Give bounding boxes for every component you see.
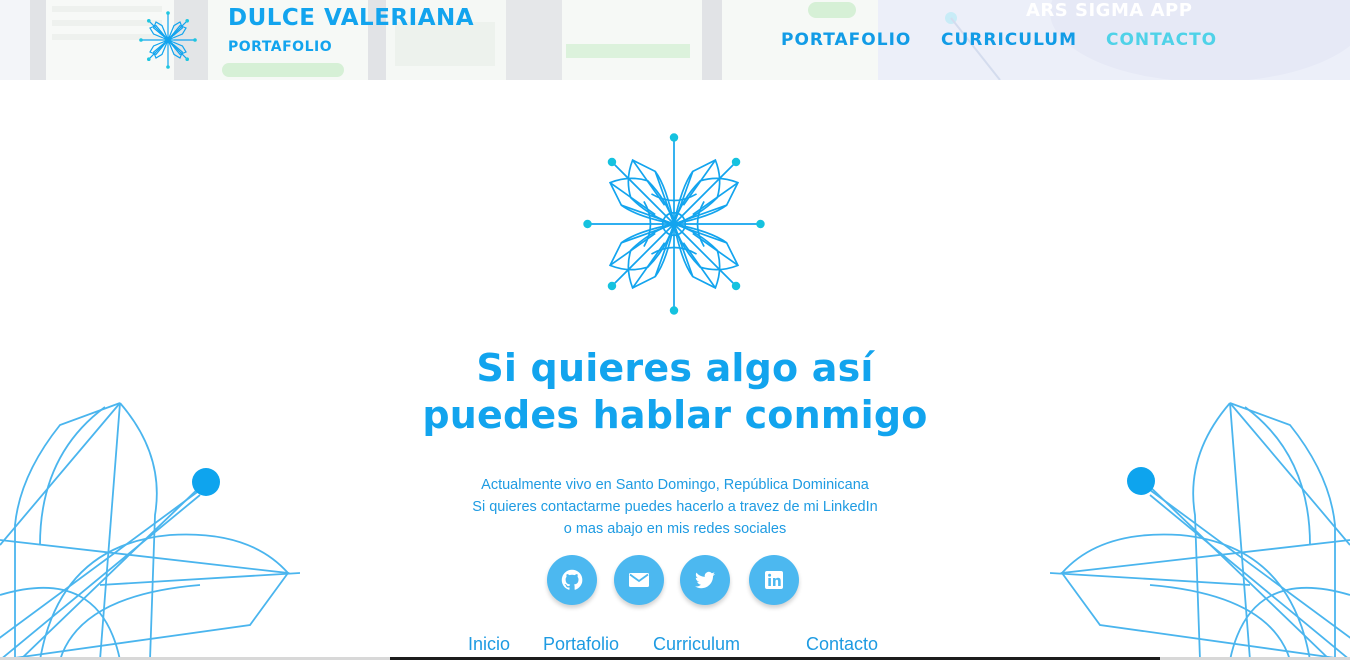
footer-link-portafolio[interactable]: Portafolio: [543, 634, 619, 655]
mandala-logo-icon: [583, 133, 765, 315]
email-icon: [629, 573, 649, 587]
twitter-icon: [695, 571, 715, 589]
site-header: DULCE VALERIANA PORTAFOLIO ARS SIGMA APP…: [0, 0, 1350, 80]
contact-info: Actualmente vivo en Santo Domingo, Repúb…: [375, 474, 975, 540]
info-line-linkedin: Si quieres contactarme puedes hacerlo a …: [472, 499, 878, 515]
github-icon: [561, 569, 583, 590]
linkedin-icon: [765, 571, 783, 589]
nav-curriculum[interactable]: CURRICULUM: [941, 30, 1077, 50]
footer-nav: Inicio Portafolio Curriculum Contacto: [0, 634, 1350, 658]
email-button[interactable]: [614, 555, 664, 605]
headline-line-2: puedes hablar conmigo: [422, 393, 928, 437]
headline-line-1: Si quieres algo así: [476, 346, 874, 390]
social-links: [547, 555, 807, 607]
footer-link-inicio[interactable]: Inicio: [468, 634, 510, 655]
info-line-location: Actualmente vivo en Santo Domingo, Repúb…: [481, 477, 869, 493]
decorative-flower-left: [0, 402, 300, 660]
info-line-social: o mas abajo en mis redes sociales: [563, 521, 787, 537]
footer-link-curriculum[interactable]: Curriculum: [653, 634, 740, 655]
github-button[interactable]: [547, 555, 597, 605]
contact-headline: Si quieres algo así puedes hablar conmig…: [375, 345, 975, 439]
background-project-title: ARS SIGMA APP: [1026, 0, 1193, 21]
nav-portafolio[interactable]: PORTAFOLIO: [781, 30, 911, 50]
twitter-button[interactable]: [680, 555, 730, 605]
brand-name[interactable]: DULCE VALERIANA: [228, 5, 474, 31]
nav-contacto[interactable]: CONTACTO: [1106, 30, 1217, 50]
main-nav: PORTAFOLIO CURRICULUM CONTACTO: [0, 30, 1350, 54]
decorative-flower-right: [1050, 402, 1350, 660]
footer-link-contacto[interactable]: Contacto: [806, 634, 878, 655]
linkedin-button[interactable]: [749, 555, 799, 605]
